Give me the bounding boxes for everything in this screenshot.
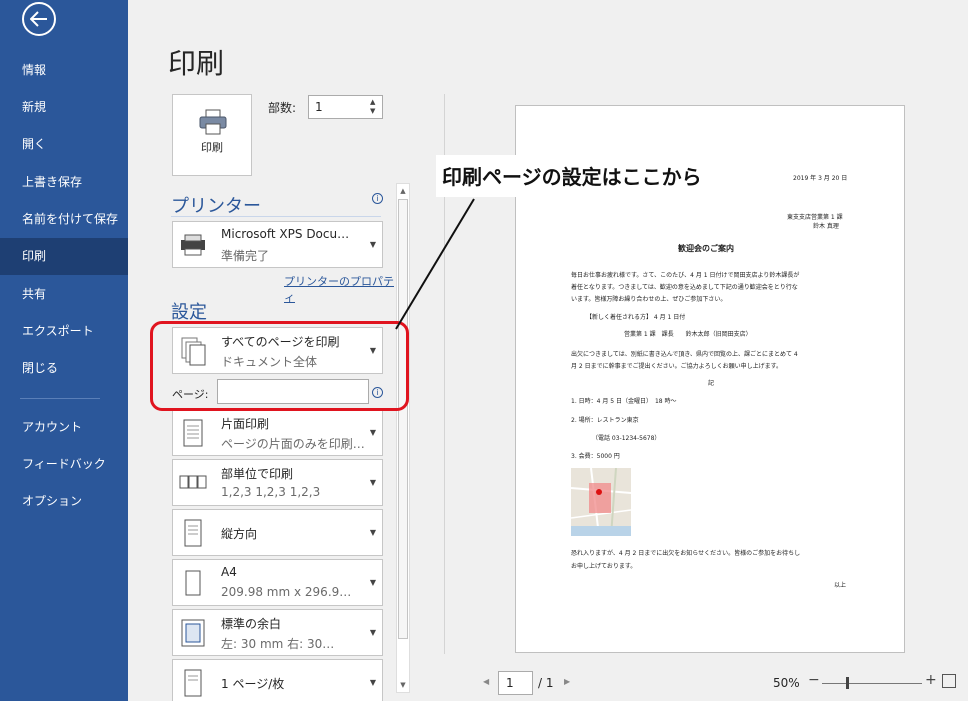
nav-item-info[interactable]: 情報 [0, 52, 128, 89]
preview-item-2-phone: （電話 03-1234-5678） [592, 435, 661, 442]
chevron-down-icon: ▼ [369, 478, 376, 487]
printer-properties-link[interactable]: プリンターのプロパティ [284, 273, 394, 305]
margins-label: 標準の余白 [221, 617, 282, 631]
nav-item-feedback[interactable]: フィードバック [0, 446, 128, 483]
scroll-down-icon[interactable]: ▼ [397, 678, 409, 692]
paper-size-desc: 209.98 mm x 296.9… [221, 585, 352, 599]
nav-item-new[interactable]: 新規 [0, 89, 128, 126]
zoom-percentage[interactable]: 50% [773, 676, 800, 690]
copies-spinner[interactable]: ▲ ▼ [370, 98, 380, 116]
nav-item-close[interactable]: 閉じる [0, 350, 128, 387]
preview-new-person: 営業第 1 課 課長 鈴木太郎（旧岡田支店） [624, 331, 752, 338]
preview-map-image [571, 468, 631, 536]
preview-body-1: 毎日お仕事お疲れ様です。さて、このたび、4 月 1 日付けで岡田支店より鈴木課長… [571, 272, 800, 279]
nav-item-print[interactable]: 印刷 [0, 238, 128, 275]
fit-to-window-icon[interactable] [942, 674, 956, 688]
scroll-up-icon[interactable]: ▲ [397, 184, 409, 198]
zoom-slider[interactable] [822, 683, 922, 684]
pages-per-sheet-label: 1 ページ/枚 [221, 677, 285, 691]
printer-header-rule [171, 216, 381, 217]
print-button-label: 印刷 [201, 141, 223, 154]
chevron-down-icon: ▼ [369, 578, 376, 587]
preview-new-label: 【新しく着任される方】 4 月 1 日付 [586, 314, 686, 321]
margins-desc: 左: 30 mm 右: 30… [221, 637, 335, 651]
nav-item-save-as[interactable]: 名前を付けて保存 [0, 201, 128, 238]
margins-icon [181, 619, 205, 647]
collate-label: 部単位で印刷 [221, 467, 294, 481]
preview-body-3: います。皆様万障お繰り合わせの上、ぜひご参加下さい。 [571, 296, 727, 303]
printer-icon [199, 109, 227, 135]
copies-label: 部数: [268, 101, 297, 115]
nav-item-share[interactable]: 共有 [0, 276, 128, 313]
portrait-icon [184, 519, 202, 547]
copies-input[interactable]: 1 ▲ ▼ [308, 95, 383, 119]
preview-rsvp-2: 月 2 日までに幹事までご提出ください。ご協力よろしくお願い申し上げます。 [571, 363, 783, 370]
scroll-thumb[interactable] [398, 199, 408, 639]
preview-ki: 記 [708, 380, 715, 387]
margins-dropdown[interactable]: 標準の余白 左: 30 mm 右: 30… ▼ [172, 609, 383, 656]
nav-item-options[interactable]: オプション [0, 483, 128, 520]
zoom-slider-thumb[interactable] [846, 677, 849, 689]
chevron-down-icon: ▼ [369, 678, 376, 687]
printer-name: Microsoft XPS Docu… [221, 227, 350, 241]
nav-item-save[interactable]: 上書き保存 [0, 164, 128, 201]
nav-item-account[interactable]: アカウント [0, 409, 128, 446]
paper-icon [185, 570, 201, 596]
one-sided-icon [183, 419, 203, 447]
prev-page-icon[interactable]: ◀ [483, 677, 489, 686]
printer-dropdown[interactable]: Microsoft XPS Docu… 準備完了 ▼ [172, 221, 383, 268]
chevron-down-icon: ▼ [369, 240, 376, 249]
preview-title: 歓迎会のご案内 [678, 244, 734, 253]
print-button[interactable]: 印刷 [172, 94, 252, 176]
preview-ijou: 以上 [834, 582, 847, 589]
zoom-out-icon[interactable]: − [808, 672, 820, 688]
copies-value: 1 [315, 100, 323, 114]
collate-dropdown[interactable]: 部単位で印刷 1,2,3 1,2,3 1,2,3 ▼ [172, 459, 383, 506]
printer-device-icon [181, 234, 205, 256]
backstage-nav: 情報 新規 開く 上書き保存 名前を付けて保存 印刷 共有 エクスポート 閉じる… [0, 0, 128, 701]
settings-panel: プリンター i Microsoft XPS Docu… 準備完了 ▼ プリンター… [168, 180, 394, 701]
printer-info-icon[interactable]: i [372, 193, 383, 204]
pages-per-sheet-dropdown[interactable]: 1 ページ/枚 ▼ [172, 659, 383, 701]
zoom-in-icon[interactable]: + [925, 672, 937, 688]
printer-header: プリンター [171, 196, 261, 217]
page-count: / 1 [538, 676, 554, 690]
chevron-down-icon: ▼ [369, 628, 376, 637]
printer-status: 準備完了 [221, 249, 270, 263]
nav-item-open[interactable]: 開く [0, 126, 128, 163]
chevron-down-icon: ▼ [369, 528, 376, 537]
preview-date: 2019 年 3 月 20 日 [793, 175, 848, 182]
paper-size-label: A4 [221, 565, 237, 579]
collate-icon [179, 475, 207, 489]
chevron-down-icon: ▼ [369, 428, 376, 437]
preview-close-1: 恐れ入りますが、4 月 2 日までに出欠をお知らせください。皆様のご参加をお待ち… [571, 550, 801, 557]
preview-rsvp-1: 出欠につきましては、別紙に書き込んで頂き、県内で回覧の上、課ごとにまとめて 4 [571, 351, 798, 358]
preview-item-3: 3. 会費：5000 円 [571, 453, 620, 460]
sides-desc: ページの片面のみを印刷… [221, 437, 365, 451]
paper-size-dropdown[interactable]: A4 209.98 mm x 296.9… ▼ [172, 559, 383, 606]
page-title: 印刷 [168, 47, 225, 80]
nav-divider [20, 398, 100, 399]
back-button[interactable] [22, 2, 56, 36]
orientation-label: 縦方向 [221, 527, 258, 541]
sides-label: 片面印刷 [221, 417, 270, 431]
settings-scrollbar[interactable]: ▲ ▼ [396, 183, 410, 693]
preview-item-2: 2. 場所：レストラン東京 [571, 417, 639, 424]
preview-body-2: 着任となります。つきましては、歓迎の意を込めまして下記の通り歓迎会をとり行な [571, 284, 798, 291]
orientation-dropdown[interactable]: 縦方向 ▼ [172, 509, 383, 556]
back-arrow-icon [30, 11, 47, 27]
red-highlight-annotation [150, 321, 409, 411]
sides-dropdown[interactable]: 片面印刷 ページの片面のみを印刷… ▼ [172, 409, 383, 456]
callout-annotation: 印刷ページの設定はここから [436, 155, 750, 197]
preview-from: 鈴木 真理 [813, 223, 839, 230]
next-page-icon[interactable]: ▶ [564, 677, 570, 686]
page-number-input[interactable]: 1 [498, 671, 533, 695]
preview-dept: 東支支店営業第 1 課 [787, 214, 843, 221]
page-per-sheet-icon [184, 669, 202, 697]
nav-item-export[interactable]: エクスポート [0, 313, 128, 350]
preview-item-1: 1. 日時：4 月 5 日（金曜日） 18 時～ [571, 398, 677, 405]
collate-desc: 1,2,3 1,2,3 1,2,3 [221, 485, 321, 499]
preview-close-2: お申し上げております。 [571, 563, 637, 570]
